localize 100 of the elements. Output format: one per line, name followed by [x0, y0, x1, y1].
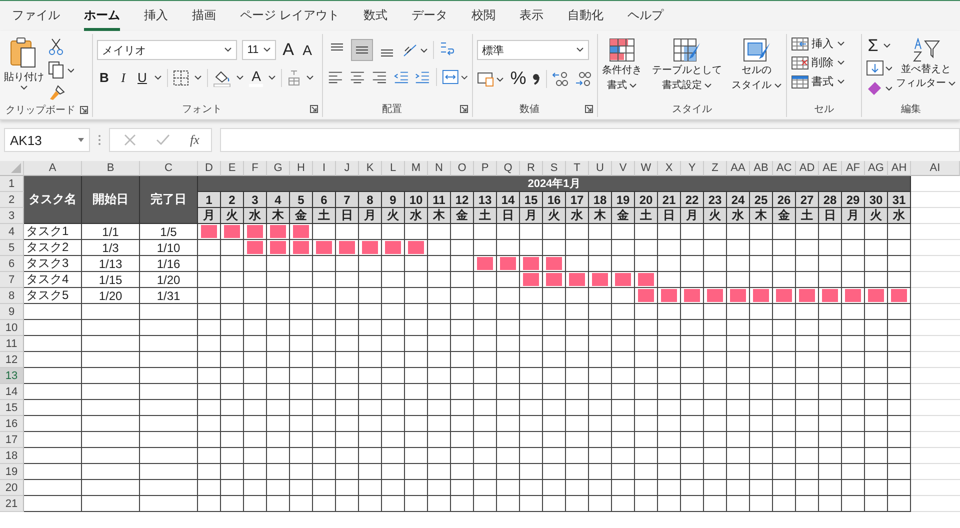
row-header[interactable]: 15 — [0, 400, 24, 416]
column-header[interactable]: B — [82, 161, 140, 176]
paste-button[interactable]: 貼り付け — [4, 36, 44, 91]
row-header[interactable]: 7 — [0, 272, 24, 288]
decrease-decimal-icon[interactable] — [575, 70, 594, 86]
name-box[interactable]: AK13 — [4, 128, 90, 152]
caret-icon[interactable] — [883, 43, 891, 49]
column-header[interactable]: X — [658, 161, 681, 176]
column-header[interactable]: E — [221, 161, 244, 176]
bold-button[interactable]: B — [97, 70, 112, 85]
row-header[interactable]: 14 — [0, 384, 24, 400]
insert-function-button[interactable]: fx — [190, 132, 200, 148]
column-header[interactable]: Q — [497, 161, 520, 176]
caret-icon[interactable] — [268, 74, 276, 80]
conditional-formatting-button[interactable]: 条件付き 書式 — [602, 38, 642, 101]
column-header[interactable]: V — [612, 161, 635, 176]
row-header[interactable]: 3 — [0, 208, 24, 224]
shrink-font-button[interactable]: A — [300, 42, 314, 58]
align-text-icon[interactable] — [370, 70, 388, 84]
ribbon-tab[interactable]: 挿入 — [144, 2, 168, 30]
column-header[interactable]: S — [543, 161, 566, 176]
column-header[interactable]: AD — [796, 161, 819, 176]
fill-color-icon[interactable] — [213, 68, 232, 86]
ribbon-tab[interactable]: ページ レイアウト — [240, 2, 340, 30]
increase-decimal-icon[interactable] — [552, 70, 570, 86]
row-header[interactable]: 19 — [0, 464, 24, 480]
row-header[interactable]: 4 — [0, 224, 24, 240]
column-header[interactable]: AE — [819, 161, 842, 176]
dialog-launcher-icon[interactable] — [310, 105, 318, 113]
row-header[interactable]: 1 — [0, 176, 24, 192]
format-as-table-button[interactable]: テーブルとして 書式設定 — [652, 38, 722, 101]
column-header[interactable]: U — [589, 161, 612, 176]
column-header[interactable]: D — [198, 161, 221, 176]
row-header[interactable]: 9 — [0, 304, 24, 320]
ribbon-tab[interactable]: 校閲 — [471, 2, 496, 30]
dialog-launcher-icon[interactable] — [80, 106, 88, 114]
column-header[interactable]: AF — [842, 161, 865, 176]
column-header[interactable]: K — [359, 161, 382, 176]
font-size-dropdown[interactable]: 11 — [242, 40, 276, 60]
format-cells-button[interactable]: 書式 — [790, 74, 857, 89]
ribbon-tab[interactable]: データ — [411, 2, 448, 30]
row-header[interactable]: 6 — [0, 256, 24, 272]
column-header[interactable]: F — [244, 161, 267, 176]
font-name-dropdown[interactable]: メイリオ — [97, 40, 238, 60]
column-header[interactable]: M — [405, 161, 428, 176]
column-header[interactable]: N — [428, 161, 451, 176]
number-format-dropdown[interactable]: 標準 — [477, 40, 590, 60]
column-header[interactable]: H — [290, 161, 313, 176]
row-header[interactable]: 8 — [0, 288, 24, 304]
grow-font-button[interactable]: A — [281, 40, 296, 60]
row-header[interactable]: 2 — [0, 192, 24, 208]
column-header[interactable]: T — [566, 161, 589, 176]
italic-button[interactable]: I — [116, 70, 130, 86]
align-text-icon[interactable] — [349, 70, 366, 84]
column-header[interactable]: O — [451, 161, 474, 176]
caret-icon[interactable] — [236, 74, 244, 80]
percent-button[interactable]: % — [510, 68, 526, 89]
font-color-button[interactable]: A — [249, 68, 264, 87]
orientation-icon[interactable] — [402, 42, 428, 58]
column-header[interactable]: W — [635, 161, 658, 176]
vertical-align-icon[interactable] — [352, 40, 372, 60]
column-header[interactable]: AG — [865, 161, 888, 176]
merge-cells-icon[interactable] — [442, 69, 468, 85]
dialog-launcher-icon[interactable] — [460, 105, 468, 113]
caret-icon[interactable] — [194, 74, 202, 80]
row-header[interactable]: 10 — [0, 320, 24, 336]
column-header[interactable]: L — [382, 161, 405, 176]
column-header[interactable]: J — [336, 161, 359, 176]
fill-down-icon[interactable] — [866, 60, 892, 76]
column-header[interactable]: Y — [681, 161, 704, 176]
check-icon[interactable] — [156, 134, 170, 146]
cell-styles-button[interactable]: セルの スタイル — [732, 38, 782, 101]
column-header[interactable]: G — [267, 161, 290, 176]
row-header[interactable]: 13 — [0, 368, 24, 384]
paintbrush-icon[interactable] — [48, 84, 66, 102]
row-header[interactable]: 21 — [0, 496, 24, 512]
ribbon-tab[interactable]: 描画 — [192, 2, 216, 30]
insert-cells-button[interactable]: 挿入 — [790, 36, 857, 51]
column-header[interactable]: AB — [750, 161, 773, 176]
ribbon-tab[interactable]: ヘルプ — [627, 2, 664, 30]
column-header[interactable]: I — [313, 161, 336, 176]
column-header[interactable]: R — [520, 161, 543, 176]
column-header[interactable]: P — [474, 161, 497, 176]
scissors-icon[interactable] — [48, 38, 64, 56]
ribbon-tab[interactable]: ファイル — [12, 2, 60, 30]
phonetic-guide-icon[interactable] — [287, 70, 302, 86]
column-header[interactable]: A — [24, 161, 82, 176]
dialog-launcher-icon[interactable] — [585, 105, 594, 113]
borders-icon[interactable] — [173, 70, 190, 86]
autosum-button[interactable]: Σ — [866, 36, 880, 56]
column-header[interactable]: Z — [704, 161, 727, 176]
row-header[interactable]: 11 — [0, 336, 24, 352]
underline-button[interactable]: U — [135, 70, 150, 85]
decrease-indent-icon[interactable] — [392, 70, 410, 84]
caret-icon[interactable] — [154, 74, 162, 80]
column-header[interactable]: AH — [888, 161, 911, 176]
align-text-icon[interactable] — [327, 70, 344, 84]
row-header[interactable]: 5 — [0, 240, 24, 256]
currency-format-icon[interactable] — [477, 70, 506, 86]
row-header[interactable]: 20 — [0, 480, 24, 496]
